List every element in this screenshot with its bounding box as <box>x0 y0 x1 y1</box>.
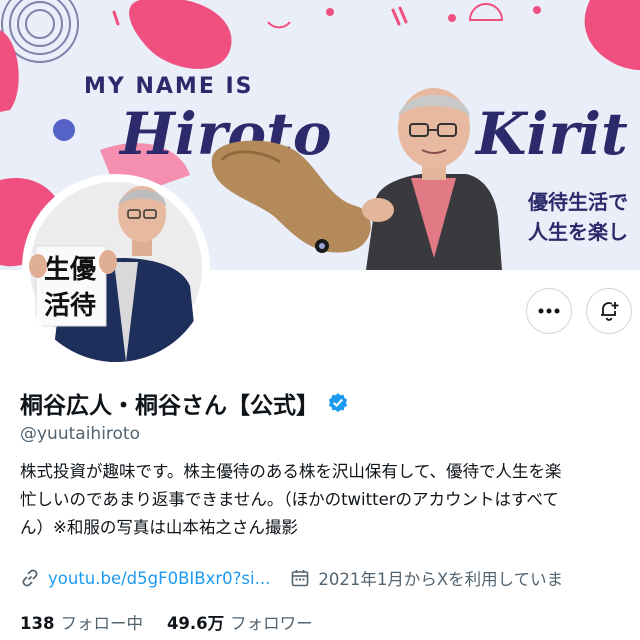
calendar-icon <box>292 570 309 587</box>
handle: @yuutaihiroto <box>20 424 140 444</box>
banner-tagline-1: 優待生活で <box>528 190 628 214</box>
joined-date-text: 2021年1月からXを利用していま <box>318 570 564 589</box>
bio-line: ん）※和服の写真は山本祐之さん撮影 <box>20 518 298 537</box>
following-label: フォロー中 <box>60 614 143 633</box>
display-name: 桐谷広人・桐谷さん【公式】 <box>20 386 349 420</box>
website-link-text[interactable]: youtu.be/d5gF0BIBxr0?si... <box>48 569 270 588</box>
svg-text:生優: 生優 <box>44 255 97 285</box>
website-link[interactable]: youtu.be/d5gF0BIBxr0?si... <box>20 568 270 588</box>
avatar[interactable]: 生優 活待 <box>22 174 210 362</box>
verified-badge-icon[interactable] <box>327 392 349 414</box>
avatar-photo: 生優 活待 <box>29 182 202 362</box>
bio: 株式投資が趣味です。株主優待のある株を沢山保有して、優待で人生を楽 忙しいのであ… <box>20 458 640 542</box>
following-count: 138 <box>20 614 55 633</box>
svg-text:活待: 活待 <box>44 291 96 321</box>
notifications-button[interactable] <box>586 288 632 334</box>
joined-date: 2021年1月からXを利用していま <box>290 566 563 590</box>
profile-meta: youtu.be/d5gF0BIBxr0?si... 2021年1月からXを利用… <box>20 566 563 590</box>
following-link[interactable]: 138 フォロー中 <box>20 610 143 634</box>
more-button[interactable] <box>526 288 572 334</box>
followers-count: 49.6万 <box>166 614 225 633</box>
bell-plus-icon <box>601 302 619 321</box>
followers-link[interactable]: 49.6万 フォロワー <box>167 610 313 634</box>
display-name-text: 桐谷広人・桐谷さん【公式】 <box>20 393 319 419</box>
banner-tagline-2: 人生を楽し <box>528 220 628 244</box>
bio-line: 忙しいのであまり返事できません。（ほかのtwitterのアカウントはすべて <box>20 490 559 509</box>
banner-person-photo <box>211 88 502 270</box>
followers-label: フォロワー <box>230 614 313 633</box>
bio-line: 株式投資が趣味です。株主優待のある株を沢山保有して、優待で人生を楽 <box>20 462 562 481</box>
follow-stats: 138 フォロー中 49.6万 フォロワー <box>20 610 313 634</box>
more-horizontal-icon <box>538 308 560 314</box>
link-icon <box>22 569 38 587</box>
